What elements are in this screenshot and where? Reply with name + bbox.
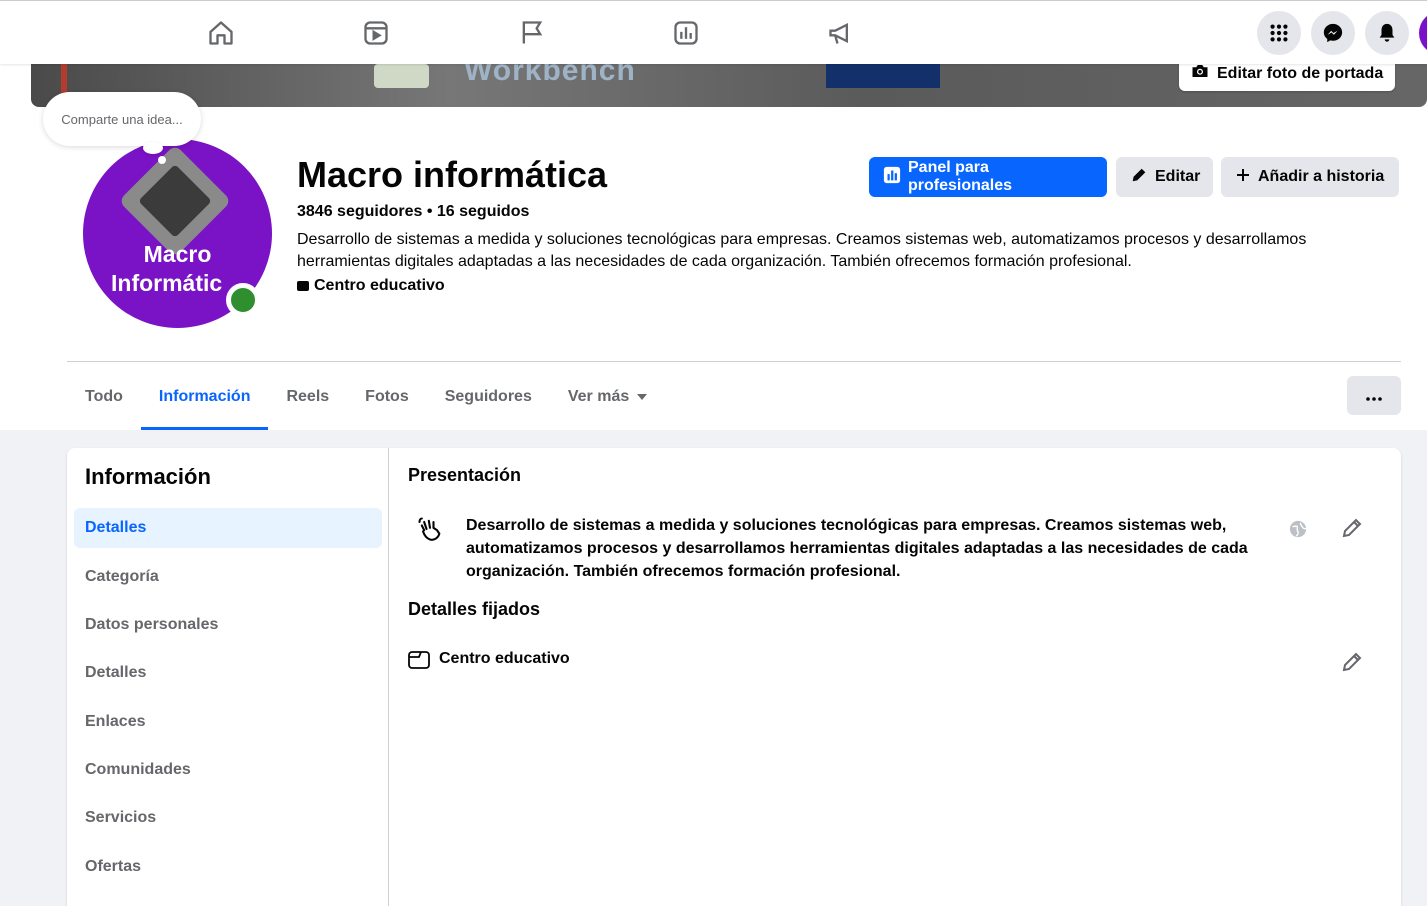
- category-label: Centro educativo: [314, 277, 445, 294]
- tab-ver-mas[interactable]: Ver más: [550, 364, 665, 430]
- tab-label: Todo: [85, 388, 123, 405]
- cover-graphic: [374, 64, 429, 88]
- edit-profile-button[interactable]: Editar: [1116, 157, 1213, 197]
- sidebar-item-label: Datos personales: [85, 616, 219, 633]
- sidebar-item-enlaces[interactable]: Enlaces: [74, 702, 382, 742]
- edit-cover-label: Editar foto de portada: [1217, 64, 1384, 82]
- cover-text: Workbench: [464, 64, 636, 87]
- thought-bubble-input[interactable]: Comparte una idea...: [43, 92, 201, 146]
- edit-label: Editar: [1155, 168, 1201, 185]
- presentation-heading: Presentación: [408, 465, 522, 485]
- pinned-category-label: Centro educativo: [439, 650, 570, 667]
- tab-label: Fotos: [365, 388, 409, 405]
- sidebar-item-detalles-2[interactable]: Detalles: [74, 653, 382, 693]
- page-title: Macro informática: [297, 154, 608, 195]
- tab-fotos[interactable]: Fotos: [347, 364, 427, 430]
- account-avatar[interactable]: [1419, 11, 1427, 55]
- online-status-indicator: [226, 283, 260, 317]
- waving-hand-icon: [414, 514, 446, 544]
- thought-bubble-tail: [143, 142, 163, 154]
- edit-pinned-pencil-icon[interactable]: [1338, 648, 1366, 676]
- notifications-bell-icon[interactable]: [1365, 11, 1409, 55]
- sidebar-item-label: Ofertas: [85, 858, 142, 875]
- sidebar-item-comunidades[interactable]: Comunidades: [74, 750, 382, 790]
- edit-presentation-pencil-icon[interactable]: [1338, 514, 1366, 542]
- profile-header: Workbench Editar foto de portada Compart…: [0, 56, 1427, 430]
- tab-label: Información: [158, 388, 251, 405]
- sidebar-item-label: Servicios: [85, 809, 157, 826]
- presentation-text: Desarrollo de sistemas a medida y soluci…: [466, 517, 1248, 580]
- add-to-story-button[interactable]: Añadir a historia: [1221, 157, 1399, 197]
- sidebar-item-datos-personales[interactable]: Datos personales: [74, 605, 382, 645]
- sidebar-item-label: Categoría: [85, 568, 159, 585]
- reels-icon[interactable]: [361, 18, 391, 48]
- tab-seguidores[interactable]: Seguidores: [427, 364, 550, 430]
- caret-down-icon: [637, 388, 648, 406]
- sidebar-item-detalles[interactable]: Detalles: [74, 508, 382, 548]
- sidebar-item-servicios[interactable]: Servicios: [74, 798, 382, 838]
- tab-label: Seguidores: [444, 388, 532, 405]
- ellipsis-icon: [1366, 385, 1382, 406]
- tab-informacion[interactable]: Información: [140, 364, 269, 430]
- plus-icon: [1235, 167, 1251, 188]
- globe-privacy-icon[interactable]: [1288, 519, 1308, 539]
- cover-graphic: [61, 64, 67, 94]
- top-navigation-bar: [0, 0, 1427, 64]
- thought-bubble-tail: [158, 156, 166, 164]
- thought-placeholder: Comparte una idea...: [61, 111, 183, 127]
- category-folder-icon: [297, 281, 309, 291]
- sidebar-item-label: Detalles: [85, 664, 147, 681]
- professional-dashboard-label: Panel para profesionales: [908, 159, 1013, 194]
- messenger-icon[interactable]: [1311, 11, 1355, 55]
- add-story-label: Añadir a historia: [1258, 168, 1385, 185]
- divider: [67, 361, 1401, 362]
- sidebar-item-ofertas[interactable]: Ofertas: [74, 847, 382, 887]
- camera-icon: [1191, 63, 1209, 84]
- folder-icon: [408, 649, 430, 671]
- more-options-button[interactable]: [1347, 376, 1401, 415]
- sidebar-item-label: Detalles: [85, 519, 147, 536]
- pinned-details-heading: Detalles fijados: [408, 599, 541, 619]
- dashboard-icon: [883, 166, 901, 189]
- sidebar-item-label: Enlaces: [85, 713, 146, 730]
- follower-stats[interactable]: 3846 seguidores • 16 seguidos: [297, 203, 529, 221]
- home-icon[interactable]: [206, 18, 236, 48]
- apps-grid-icon[interactable]: [1257, 11, 1301, 55]
- cover-graphic: [826, 64, 940, 88]
- profile-category: Centro educativo: [297, 277, 445, 295]
- tab-label: Reels: [286, 388, 330, 405]
- about-title: Información: [85, 464, 211, 489]
- pages-flag-icon[interactable]: [517, 18, 547, 48]
- profile-picture-text: Macro: [143, 241, 212, 267]
- tab-label: Ver más: [567, 388, 630, 405]
- about-card: Información Detalles Categoría Datos per…: [67, 448, 1401, 906]
- about-sidebar: Información Detalles Categoría Datos per…: [67, 448, 389, 906]
- profile-bio: Desarrollo de sistemas a medida y soluci…: [297, 231, 1307, 270]
- sidebar-item-categoria[interactable]: Categoría: [74, 557, 382, 597]
- ads-megaphone-icon[interactable]: [826, 18, 856, 48]
- tab-reels[interactable]: Reels: [268, 364, 347, 430]
- profile-tabs: Todo Información Reels Fotos Seguidores …: [67, 364, 665, 430]
- tab-todo[interactable]: Todo: [67, 364, 141, 430]
- profile-picture-text: Informátic: [111, 270, 223, 296]
- sidebar-item-label: Comunidades: [85, 761, 191, 778]
- insights-icon[interactable]: [671, 18, 701, 48]
- professional-dashboard-button[interactable]: Panel para profesionales: [869, 157, 1107, 197]
- pencil-icon: [1130, 166, 1148, 189]
